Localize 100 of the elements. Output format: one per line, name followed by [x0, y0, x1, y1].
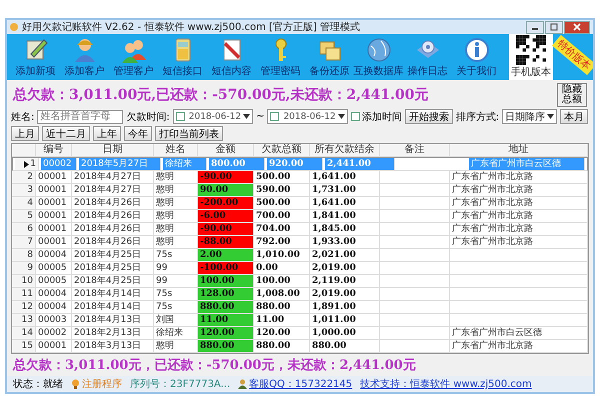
row-number: 9 [12, 262, 36, 274]
toolbar-button[interactable]: 互换数据库 [354, 36, 403, 78]
table-row[interactable]: 15 00001 2018年3月13日 憨明 880.00 880.00 880.00 广东省广州市北京路 [12, 340, 588, 353]
table-cell: 11.00 [254, 314, 310, 326]
toolbar-button[interactable]: 关于我们 [452, 36, 501, 78]
table-cell: 590.00 [254, 184, 310, 196]
table-row[interactable]: 7 00001 2018年4月26日 憨明 -88.00 792.00 1,933.00 广东省广州市北京路 [12, 236, 588, 249]
table-cell: 00001 [36, 197, 72, 209]
table-cell: 120.00 [198, 327, 254, 339]
serial-number: 序列号：23F7773A... [130, 378, 230, 391]
table-cell: -200.00 [198, 197, 254, 209]
table-cell: 2,019.00 [310, 288, 380, 300]
table-cell: 00004 [36, 249, 72, 261]
row-number: 14 [12, 327, 36, 339]
period-button[interactable]: 上年 [93, 126, 121, 141]
table-cell: 500.00 [254, 197, 310, 209]
add-time-checkbox[interactable]: 添加时间 [350, 110, 402, 124]
table-cell: 2018年4月25日 [72, 262, 154, 274]
table-cell: 2018年4月14日 [72, 301, 154, 313]
period-button[interactable]: 近十二月 [42, 126, 90, 141]
table-row[interactable]: 13 00003 2018年4月13日 刘国 11.00 11.00 1,011.00 [12, 314, 588, 327]
table-cell: 2018年3月13日 [72, 340, 154, 352]
table-cell: 00002 [36, 327, 72, 339]
debt-date-label: 欠款时间: [126, 110, 170, 124]
row-number: 4 [12, 197, 36, 209]
toolbar-button[interactable]: 添加新项 [11, 36, 60, 78]
period-button[interactable]: 本月 [560, 109, 588, 124]
table-row[interactable]: 4 00001 2018年4月26日 憨明 -200.00 500.00 1,641.00 广东省广州市北京路 [12, 197, 588, 210]
table-cell: 792.00 [254, 236, 310, 248]
qr-code-drawing [516, 35, 546, 65]
table-cell: 00004 [36, 301, 72, 313]
table-row[interactable]: 14 00002 2018年2月13日 徐绍来 120.00 120.00 1,000.00 广东省广州市白云区德 [12, 327, 588, 340]
table-row[interactable]: 2 00001 2018年4月27日 憨明 -90.00 500.00 1,641.00 广东省广州市北京路 [12, 171, 588, 184]
close-icon[interactable] [564, 20, 590, 34]
sort-dropdown[interactable]: 日期降序 [502, 109, 558, 124]
table-cell: -100.00 [198, 262, 254, 274]
name-search-field[interactable]: 姓名拼音首字母 [37, 110, 124, 124]
table-cell: 00001 [36, 223, 72, 235]
table-cell: 2018年5月27日 [79, 158, 161, 170]
minimize-icon[interactable] [526, 20, 544, 34]
table-cell: 00003 [36, 314, 72, 326]
table-row[interactable]: 12 00004 2018年4月14日 75s 880.00 880.00 1,891.00 [12, 301, 588, 314]
sort-label: 排序方式: [456, 110, 500, 124]
toolbar-button[interactable]: 添加客户 [60, 36, 109, 78]
column-header[interactable]: 姓名 [154, 144, 198, 156]
support-qq-link[interactable]: 客服QQ：157322145 [238, 377, 352, 391]
table-cell: 2018年4月25日 [72, 249, 154, 261]
hide-totals-button[interactable]: 隐藏总额 [557, 83, 587, 107]
column-header[interactable]: 日期 [72, 144, 154, 156]
maximize-icon[interactable] [545, 20, 563, 34]
column-header[interactable]: 所有欠款结余 [310, 144, 380, 156]
table-cell: 2018年4月26日 [72, 223, 154, 235]
dropdown-arrow-icon [338, 114, 345, 119]
table-cell: 1,845.00 [310, 223, 380, 235]
table-cell: 2018年4月27日 [72, 184, 154, 196]
table-row[interactable]: 9 00005 2018年4月25日 99 -100.00 0.00 2,019.00 [12, 262, 588, 275]
table-cell: 1,641.00 [310, 197, 380, 209]
end-date-picker[interactable]: 2018-06-12 [267, 109, 348, 124]
table-cell: 广东省广州市白云区德 [469, 158, 585, 170]
table-row[interactable]: 1 00002 2018年5月27日 徐绍来 800.00 920.00 2,441.00 广东省广州市白云区德 [12, 157, 588, 171]
person-icon [238, 379, 248, 389]
table-cell: -90.00 [198, 171, 254, 183]
table-cell: 广东省广州市北京路 [450, 223, 588, 235]
table-cell: -88.00 [198, 236, 254, 248]
table-cell: -90.00 [198, 223, 254, 235]
table-row[interactable]: 8 00004 2018年4月25日 75s 2.00 1,010.00 2,021.00 [12, 249, 588, 262]
toolbar-button[interactable]: 备份还原 [305, 36, 354, 78]
column-header[interactable]: 地址 [450, 144, 588, 156]
table-row[interactable]: 10 00005 2018年4月25日 99 100.00 100.00 2,119.00 [12, 275, 588, 288]
table-cell: 广东省广州市白云区德 [450, 327, 588, 339]
table-cell: 800.00 [209, 158, 265, 170]
toolbar-button[interactable]: 短信内容 [207, 36, 256, 78]
tech-support-link[interactable]: 技术支持：恒泰软件 www.zj500.com [360, 377, 532, 391]
row-number: 10 [12, 275, 36, 287]
period-button[interactable]: 今年 [124, 126, 152, 141]
table-row[interactable]: 3 00001 2018年4月27日 憨明 90.00 590.00 1,731.00 广东省广州市北京路 [12, 184, 588, 197]
table-cell: 90.00 [198, 184, 254, 196]
search-button[interactable]: 开始搜索 [404, 109, 453, 124]
bulb-icon [71, 379, 80, 389]
toolbar-button[interactable]: 操作日志 [403, 36, 452, 78]
table-cell: 2.00 [198, 249, 254, 261]
table-cell: 00004 [36, 288, 72, 300]
start-date-picker[interactable]: 2018-06-12 [172, 109, 254, 124]
print-button[interactable]: 打印当前列表 [155, 126, 223, 141]
toolbar-button[interactable]: 短信接口 [158, 36, 207, 78]
table-cell: 00001 [36, 171, 72, 183]
table-row[interactable]: 6 00001 2018年4月26日 憨明 -90.00 704.00 1,845.00 广东省广州市北京路 [12, 223, 588, 236]
table-cell: 2018年4月27日 [72, 171, 154, 183]
table-cell: 1,008.00 [254, 288, 310, 300]
row-number: 6 [12, 223, 36, 235]
period-button[interactable]: 上月 [11, 126, 39, 141]
column-header[interactable]: 编号 [36, 144, 72, 156]
table-row[interactable]: 5 00001 2018年4月26日 憨明 -6.00 700.00 1,841.00 广东省广州市北京路 [12, 210, 588, 223]
table-cell: 广东省广州市北京路 [450, 197, 588, 209]
row-number: 13 [12, 314, 36, 326]
toolbar-button[interactable]: 管理密码 [256, 36, 305, 78]
toolbar-button[interactable]: 管理客户 [109, 36, 158, 78]
table-cell: 广东省广州市北京路 [450, 340, 588, 352]
table-row[interactable]: 11 00004 2018年4月14日 75s 128.00 1,008.00 2,019.00 [12, 288, 588, 301]
table-cell: 2,019.00 [310, 262, 380, 274]
